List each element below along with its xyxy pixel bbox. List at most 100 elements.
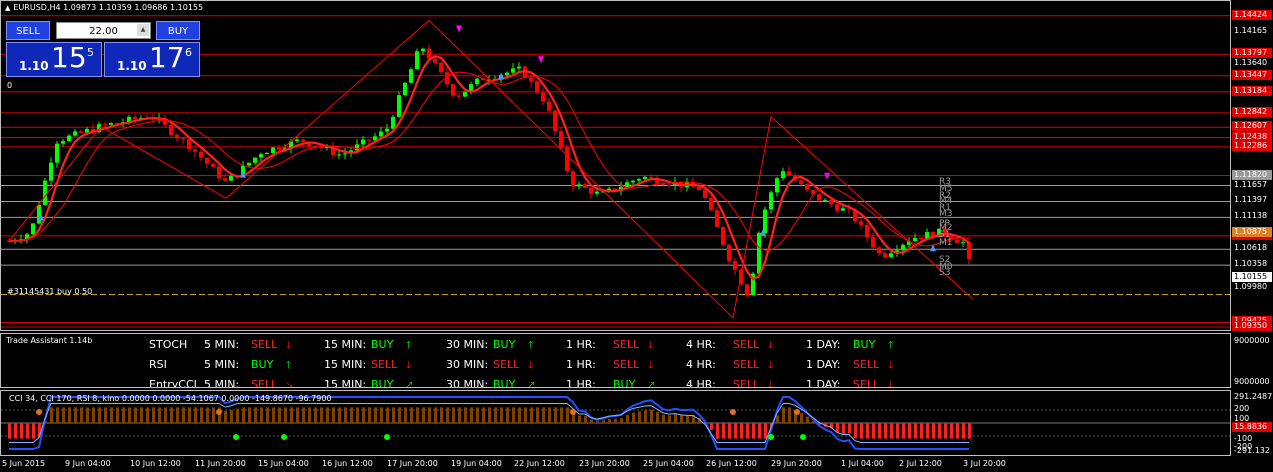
- timeframe-label: 30 MIN:: [446, 358, 489, 371]
- timeframe-label: 5 MIN:: [204, 338, 240, 351]
- signal-arrow-icon: 🡓: [768, 360, 774, 371]
- kino-bar: [662, 414, 665, 423]
- timeframe-label: 30 MIN:: [446, 378, 489, 388]
- sell-button[interactable]: SELL: [6, 21, 50, 40]
- kino-bar: [74, 407, 77, 423]
- lot-up-icon[interactable]: ▲: [137, 24, 149, 36]
- candle-body: [67, 135, 71, 142]
- kino-bar: [590, 419, 593, 423]
- signal-arrow-icon: [538, 56, 544, 64]
- candle-body: [961, 242, 965, 244]
- candle-body: [505, 72, 509, 76]
- kino-bar: [872, 423, 875, 439]
- price-axis: 1.14165 1.13640 1.13184 1.12607 1.12286 1.118…: [1231, 0, 1273, 331]
- kino-bar: [950, 423, 953, 439]
- candle-body: [271, 147, 275, 154]
- kino-bar: [758, 423, 761, 439]
- kino-bar: [374, 407, 377, 423]
- kino-bar: [626, 415, 629, 423]
- kino-bar: [20, 423, 23, 439]
- buy-price-button[interactable]: 1.10 17 6: [104, 41, 200, 77]
- time-axis-label: 25 Jun 04:00: [643, 459, 694, 468]
- kino-bar: [188, 407, 191, 423]
- buy-price-pips: 17: [149, 41, 185, 74]
- signal-dot: [36, 409, 42, 415]
- candle-body: [883, 252, 887, 258]
- kino-bar: [884, 423, 887, 439]
- kino-bar: [530, 407, 533, 423]
- candle-body: [565, 147, 569, 172]
- kino-bar: [506, 407, 509, 423]
- candle-body: [253, 157, 257, 163]
- timeframe-label: 15 MIN:: [324, 338, 367, 351]
- kino-bar: [26, 423, 29, 439]
- kino-bar: [194, 407, 197, 423]
- candle-body: [643, 177, 647, 180]
- signal-label: SELL: [493, 358, 520, 371]
- sell-price-button[interactable]: 1.10 15 5: [6, 41, 102, 77]
- price-tag: 1.10875: [1232, 227, 1272, 238]
- time-axis-label: 10 Jun 12:00: [130, 459, 181, 468]
- kino-bar: [314, 407, 317, 423]
- kino-bar: [452, 407, 455, 423]
- candle-body: [757, 233, 761, 274]
- signal-label: SELL: [251, 338, 278, 351]
- price-axis-label: 1.10358: [1234, 259, 1268, 269]
- kino-bar: [896, 423, 899, 439]
- kino-bar: [404, 407, 407, 423]
- main-chart[interactable]: ▲ EURUSD,H4 1.09873 1.10359 1.09686 1.101…: [0, 0, 1231, 331]
- kino-bar: [116, 407, 119, 423]
- signal-arrow-icon: 🡓: [648, 340, 654, 351]
- time-axis-label: 23 Jun 20:00: [579, 459, 630, 468]
- signal-label: SELL: [733, 358, 760, 371]
- candle-body: [37, 204, 41, 224]
- kino-bar: [296, 407, 299, 423]
- candle-body: [727, 244, 731, 261]
- candle-body: [433, 58, 437, 63]
- candle-body: [205, 157, 209, 164]
- candle-body: [577, 184, 581, 187]
- candle-body: [109, 123, 113, 125]
- signal-arrow-icon: [456, 25, 462, 33]
- buy-button[interactable]: BUY: [156, 21, 200, 40]
- slow-ma-line: [8, 71, 970, 251]
- candle-body: [367, 139, 371, 141]
- indicator-name: STOCH: [149, 338, 188, 351]
- kino-bar: [500, 407, 503, 423]
- candle-body: [169, 124, 173, 135]
- kino-bar: [230, 410, 233, 423]
- kino-bar: [926, 423, 929, 439]
- triangle-icon: ▲: [5, 4, 11, 12]
- candle-body: [457, 95, 461, 97]
- kino-bar: [308, 407, 311, 423]
- signal-arrow-icon: 🡓: [888, 360, 894, 371]
- kino-bar: [104, 407, 107, 423]
- candle-body: [745, 284, 749, 296]
- kino-bar: [224, 411, 227, 423]
- candle-body: [841, 208, 845, 211]
- indicator-pane[interactable]: CCI 34, CCI 170, RSI 8, kino 0.0000 0.00…: [0, 390, 1231, 456]
- kino-bar: [302, 407, 305, 423]
- kino-bar: [686, 415, 689, 423]
- candle-body: [55, 143, 59, 163]
- candle-body: [193, 149, 197, 152]
- kino-bar: [878, 423, 881, 439]
- candle-body: [817, 194, 821, 201]
- candle-body: [211, 163, 215, 167]
- sell-price-fraction: 5: [87, 46, 94, 59]
- kino-bar: [518, 407, 521, 423]
- signal-dot: [384, 434, 390, 440]
- kino-bar: [344, 407, 347, 423]
- candle-body: [631, 180, 635, 183]
- kino-bar: [806, 416, 809, 423]
- candle-body: [415, 51, 419, 70]
- signal-dot: [768, 434, 774, 440]
- candle-body: [787, 171, 791, 176]
- kino-bar: [632, 412, 635, 423]
- sell-price-prefix: 1.10: [19, 59, 49, 73]
- candle-body: [49, 162, 53, 181]
- price-axis-label: 1.09980: [1234, 282, 1268, 292]
- price-tag: 1.14424: [1232, 9, 1272, 20]
- time-axis-label: 29 Jun 20:00: [771, 459, 822, 468]
- candle-body: [397, 95, 401, 117]
